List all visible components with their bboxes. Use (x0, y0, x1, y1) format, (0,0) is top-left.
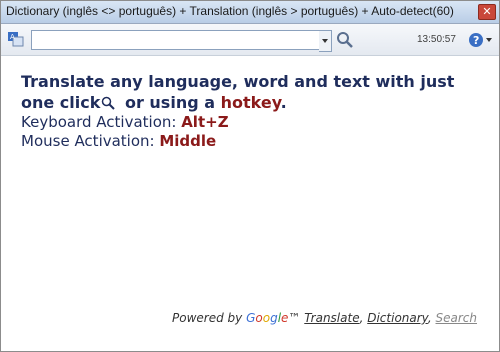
clock: 13:50:57 (417, 34, 456, 45)
search-button[interactable] (334, 29, 356, 51)
mouse-activation-value: Middle (159, 132, 217, 150)
mouse-activation-label: Mouse Activation: (21, 132, 160, 150)
keyboard-activation-label: Keyboard Activation: (21, 113, 182, 131)
close-button[interactable]: ✕ (478, 4, 496, 20)
trademark: ™ (288, 311, 305, 325)
toolbar: A 13:50:57 ? (1, 24, 499, 56)
search-icon (337, 32, 353, 48)
translate-link[interactable]: Translate (304, 311, 359, 325)
search-link[interactable]: Search (436, 311, 478, 325)
title-bar[interactable]: Dictionary (inglês <> português) + Trans… (1, 1, 499, 24)
headline: Translate any language, word and text wi… (21, 71, 486, 113)
translator-window: Dictionary (inglês <> português) + Trans… (0, 0, 500, 352)
search-input[interactable] (31, 30, 327, 50)
help-icon: ? (469, 33, 492, 47)
headline-end: . (280, 93, 287, 112)
info-content: Translate any language, word and text wi… (21, 71, 486, 151)
mouse-activation: Mouse Activation: Middle (21, 132, 486, 151)
search-icon (102, 96, 116, 110)
separator: , (427, 311, 436, 325)
google-logo-text: Google (246, 311, 289, 325)
help-button[interactable]: ? (467, 31, 493, 49)
app-icon[interactable]: A (7, 30, 25, 48)
dropdown-button[interactable] (319, 30, 332, 52)
window-title: Dictionary (inglês <> português) + Trans… (6, 4, 454, 18)
dictionary-link[interactable]: Dictionary (367, 311, 428, 325)
keyboard-activation-value: Alt+Z (181, 113, 229, 131)
keyboard-activation: Keyboard Activation: Alt+Z (21, 113, 486, 132)
headline-middle: or using a (119, 93, 221, 112)
svg-text:?: ? (473, 34, 479, 47)
powered-by-label: Powered by (172, 311, 247, 325)
svg-text:A: A (10, 33, 15, 41)
powered-by-footer: Powered by Google™ Translate, Dictionary… (172, 311, 477, 325)
hotkey-word: hotkey (220, 93, 281, 112)
close-icon: ✕ (482, 6, 492, 18)
